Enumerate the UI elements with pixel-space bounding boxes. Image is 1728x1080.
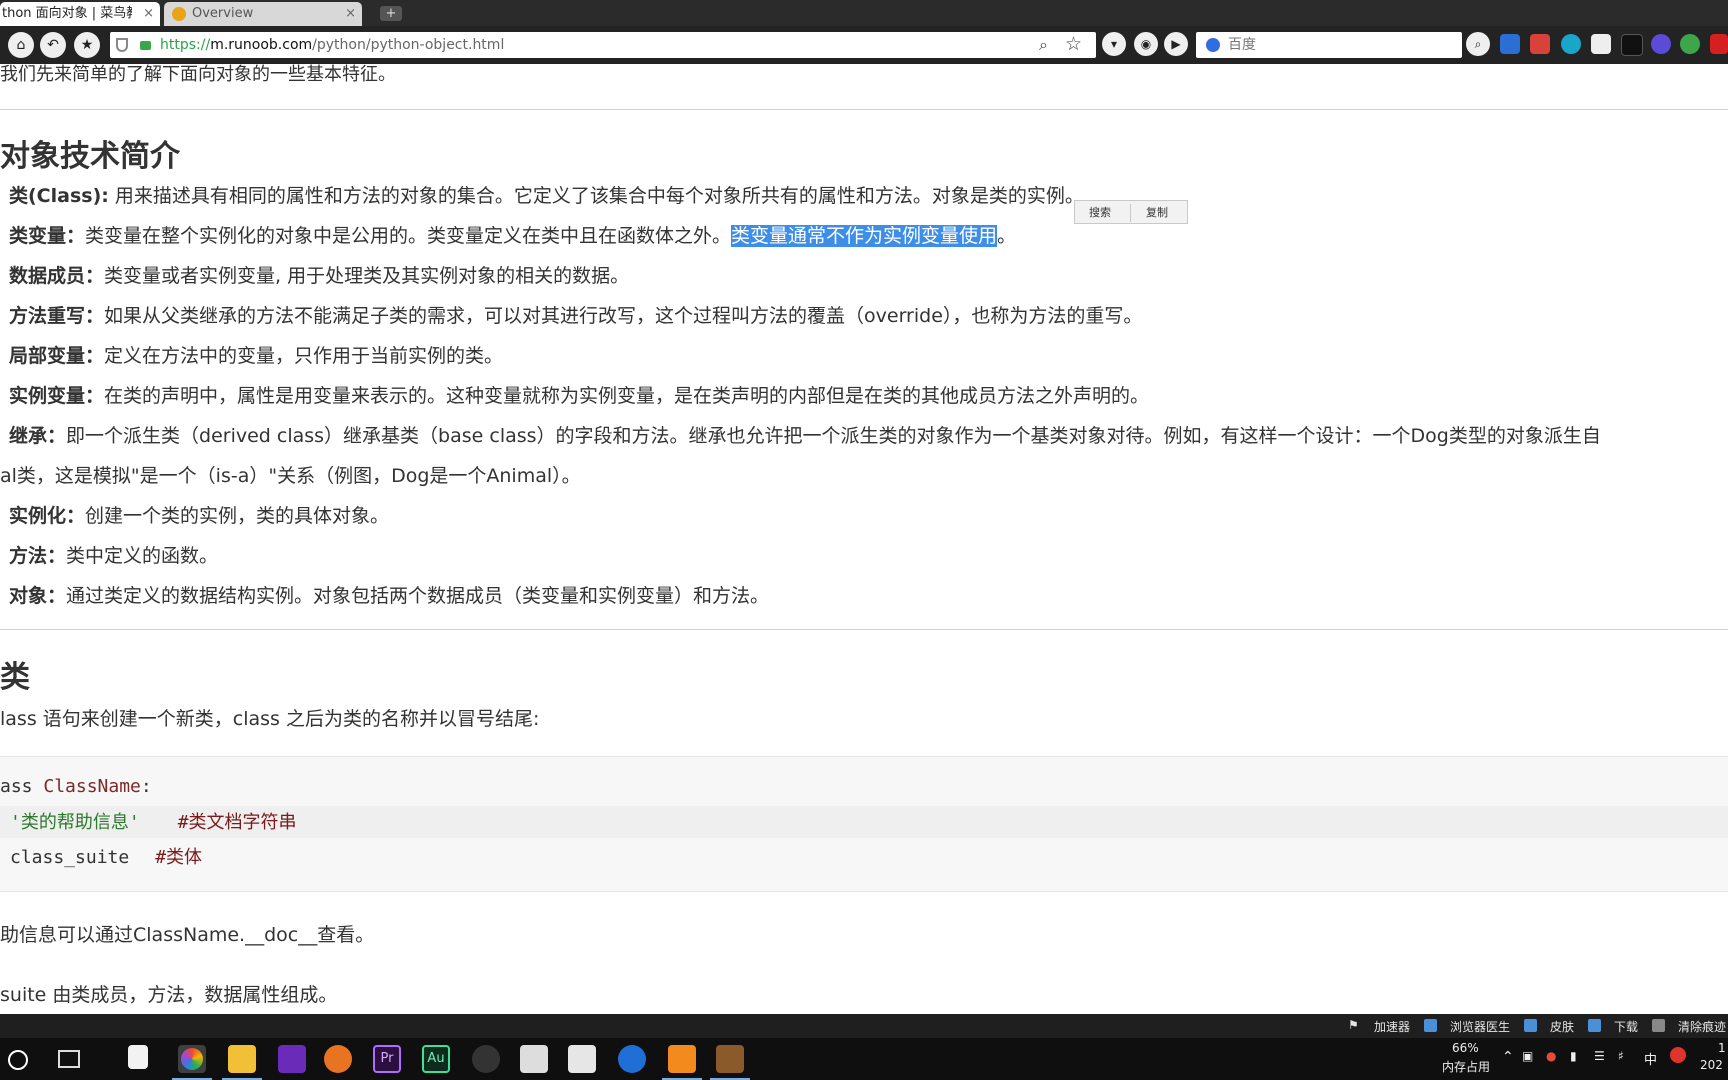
clear-traces-button[interactable]: 清除痕迹 (1678, 1018, 1726, 1035)
notepad-icon[interactable] (128, 1045, 148, 1069)
suite-text: suite 由类成员，方法，数据属性组成。 (0, 984, 338, 1006)
premiere-icon[interactable]: Pr (373, 1045, 401, 1073)
browser-app-icon[interactable] (178, 1045, 206, 1073)
list-item: 继承：即一个派生类（derived class）继承基类（base class）… (9, 425, 1601, 447)
list-item: 实例化：创建一个类的实例，类的具体对象。 (9, 505, 390, 527)
status-bar: ⚑ 加速器 浏览器医生 皮肤 下载 清除痕迹 (0, 1014, 1728, 1038)
memory-label: 内存占用 (1442, 1060, 1491, 1074)
cortana-icon[interactable] (8, 1050, 28, 1070)
tab-title: thon 面向对象 | 菜鸟教程 (2, 6, 132, 21)
sogou-icon[interactable] (1670, 1047, 1686, 1063)
blender-icon[interactable] (324, 1045, 352, 1073)
intro-text: 我们先来简单的了解下面向对象的一些基本特征。 (0, 64, 396, 85)
divider (0, 109, 1728, 110)
clock-date: 202 (1700, 1058, 1723, 1072)
search-menu-item[interactable]: 搜索 (1089, 204, 1111, 220)
green-extension-icon[interactable] (1680, 34, 1700, 54)
list-item: 方法重写：如果从父类继承的方法不能满足子类的需求，可以对其进行改写，这个过程叫方… (9, 305, 1143, 327)
search-placeholder: 百度 (1228, 37, 1256, 53)
file-explorer-icon[interactable] (228, 1045, 256, 1073)
selection-context-menu: 搜索 复制 (1074, 200, 1188, 224)
lock-icon (140, 41, 151, 50)
close-icon[interactable]: × (143, 2, 154, 26)
menu-divider (1130, 204, 1131, 222)
tab-runoob[interactable]: thon 面向对象 | 菜鸟教程 × (0, 2, 160, 26)
moon-extension-icon[interactable] (1651, 34, 1671, 54)
game-extension-icon[interactable] (1530, 34, 1550, 54)
info-extension-icon[interactable] (1561, 34, 1581, 54)
glasses-extension-icon[interactable] (1591, 34, 1611, 54)
favorites-icon[interactable]: ★ (74, 32, 100, 58)
code-line: ass ClassName: (0, 776, 152, 797)
clock-time: 1 (1718, 1041, 1726, 1055)
taskbar: Pr Au 66% 内存占用 ⌃ ▣ ● ▮ ☰ ♯ 中 1 202 (0, 1038, 1728, 1080)
broom-icon (1652, 1019, 1665, 1032)
feather-app-icon[interactable] (618, 1045, 646, 1073)
skin-icon (1524, 1019, 1537, 1032)
podcast-app-icon[interactable] (278, 1045, 306, 1073)
section-intro: lass 语句来创建一个新类，class 之后为类的名称并以冒号结尾: (0, 708, 540, 730)
expand-icon[interactable]: ▾ (1102, 32, 1126, 56)
section-title-class: 类 (0, 660, 30, 695)
doctor-icon (1424, 1019, 1437, 1032)
address-bar[interactable]: https://m.runoob.com/python/python-objec… (110, 32, 1096, 58)
mouse-icon[interactable]: ◉ (1134, 32, 1158, 56)
list-item: 方法：类中定义的函数。 (9, 545, 219, 567)
visual-studio-icon[interactable] (568, 1045, 596, 1073)
obs-icon[interactable] (472, 1045, 500, 1073)
memory-percent: 66% (1452, 1041, 1479, 1055)
tray-icon[interactable]: ▣ (1522, 1049, 1533, 1063)
sublime-icon[interactable] (668, 1045, 696, 1073)
new-tab-button[interactable]: + (380, 6, 402, 21)
speaker-icon[interactable]: ♯ (1618, 1049, 1624, 1063)
download-icon (1588, 1019, 1601, 1032)
audition-icon[interactable]: Au (422, 1045, 450, 1073)
qq-icon[interactable]: ● (1546, 1049, 1556, 1063)
list-item: 数据成员：类变量或者实例变量, 用于处理类及其实例对象的相关的数据。 (9, 265, 630, 287)
task-view-icon[interactable] (58, 1050, 80, 1068)
doc-text: 助信息可以通过ClassName.__doc__查看。 (0, 924, 375, 946)
shield-icon (116, 38, 128, 52)
minecraft-icon[interactable] (716, 1045, 744, 1073)
wifi-icon[interactable]: ☰ (1594, 1049, 1605, 1063)
skin-button[interactable]: 皮肤 (1550, 1018, 1574, 1035)
download-button[interactable]: 下载 (1614, 1018, 1638, 1035)
red-extension-icon[interactable] (1710, 34, 1728, 54)
back-icon[interactable]: ↶ (40, 32, 66, 58)
code-line: class_suite #类体 (10, 847, 203, 868)
list-item: 类(Class): 用来描述具有相同的属性和方法的对象的集合。它定义了该集合中每… (9, 185, 1084, 207)
tab-title: Overview (192, 6, 254, 21)
url-text: https://m.runoob.com/python/python-objec… (160, 37, 505, 53)
h-extension-icon[interactable] (1621, 34, 1643, 56)
chevron-up-icon[interactable]: ⌃ (1502, 1049, 1514, 1065)
sun-icon (172, 7, 186, 21)
zoom-icon[interactable]: ⌕ (1039, 35, 1048, 55)
search-box[interactable]: 百度 (1196, 32, 1462, 58)
robot-app-icon[interactable] (520, 1045, 548, 1073)
copy-menu-item[interactable]: 复制 (1146, 204, 1168, 220)
ime-indicator[interactable]: 中 (1644, 1049, 1657, 1068)
list-item: 类变量：类变量在整个实例化的对象中是公用的。类变量定义在类中且在函数体之外。类变… (9, 225, 1017, 247)
baidu-paw-icon (1206, 38, 1220, 52)
grid-extension-icon[interactable] (1500, 34, 1520, 54)
list-item: 实例变量：在类的声明中，属性是用变量来表示的。这种变量就称为实例变量，是在类声明… (9, 385, 1150, 407)
code-line: '类的帮助信息' #类文档字符串 (10, 812, 297, 833)
accelerator-button[interactable]: 加速器 (1374, 1018, 1410, 1035)
bookmark-star-icon[interactable]: ☆ (1065, 33, 1082, 55)
text-selection: 类变量通常不作为实例变量使用 (731, 225, 998, 247)
list-item: 局部变量：定义在方法中的变量，只作用于当前实例的类。 (9, 345, 504, 367)
section-title-oop: 对象技术简介 (0, 139, 180, 174)
play-icon[interactable]: ▶ (1164, 32, 1188, 56)
browser-doctor-button[interactable]: 浏览器医生 (1450, 1018, 1510, 1035)
search-icon[interactable]: ⌕ (1466, 32, 1490, 56)
list-item: 对象：通过类定义的数据结构实例。对象包括两个数据成员（类变量和实例变量）和方法。 (9, 585, 770, 607)
close-icon[interactable]: × (345, 2, 356, 26)
home-icon[interactable]: ⌂ (8, 32, 34, 58)
tab-overview[interactable]: Overview × (164, 2, 362, 26)
divider (0, 629, 1728, 630)
battery-icon[interactable]: ▮ (1570, 1049, 1577, 1063)
list-item-continuation: al类，这是模拟"是一个（is-a）"关系（例图，Dog是一个Animal）。 (0, 465, 581, 487)
pin-icon[interactable]: ⚑ (1348, 1018, 1359, 1032)
